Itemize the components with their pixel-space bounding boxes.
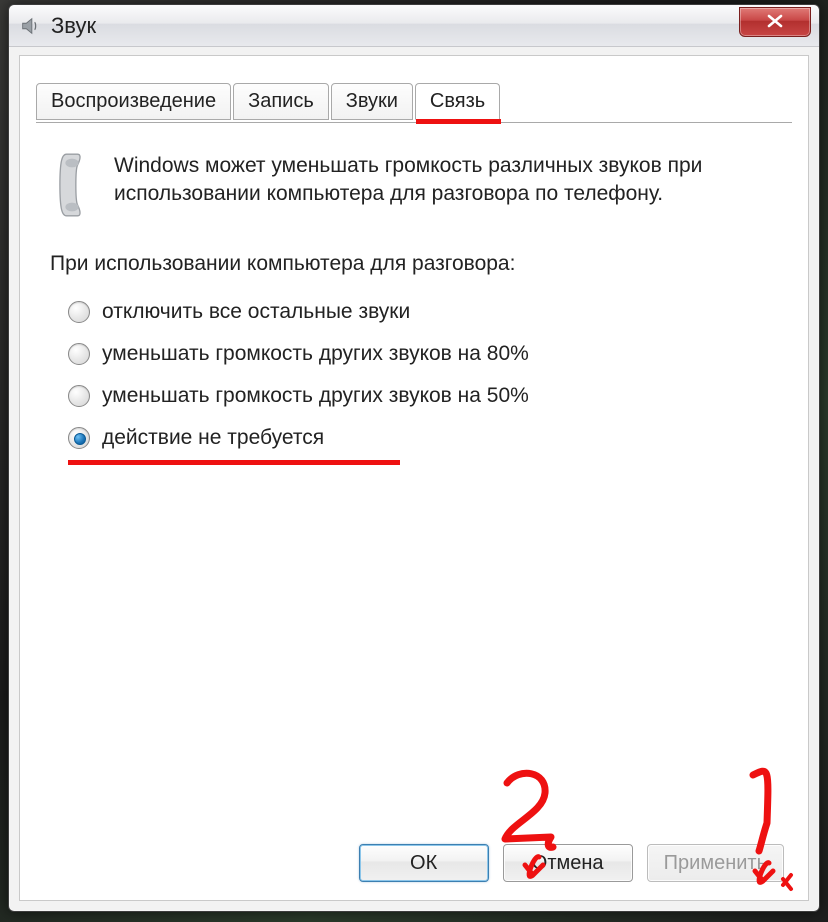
tab-label: Воспроизведение	[51, 90, 216, 112]
radio-label: действие не требуется	[102, 426, 324, 450]
window-title: Звук	[51, 13, 96, 39]
tab-sounds[interactable]: Звуки	[331, 83, 413, 120]
subheading: При использовании компьютера для разгово…	[50, 252, 778, 276]
radio-label: уменьшать громкость других звуков на 80%	[102, 342, 529, 366]
cancel-button[interactable]: Отмена	[503, 844, 633, 882]
button-label: ОК	[410, 852, 437, 875]
phone-handset-icon	[50, 152, 94, 218]
client-area: Воспроизведение Запись Звуки Связь Windo…	[19, 55, 809, 901]
tab-label: Запись	[248, 90, 314, 112]
radio-option-no-action[interactable]: действие не требуется	[68, 426, 778, 450]
tab-label: Звуки	[346, 90, 398, 112]
tab-divider	[36, 122, 792, 123]
radio-label: отключить все остальные звуки	[102, 300, 410, 324]
radio-button[interactable]	[68, 343, 90, 365]
tab-record[interactable]: Запись	[233, 83, 329, 120]
tabstrip: Воспроизведение Запись Звуки Связь	[36, 82, 502, 119]
radio-button[interactable]	[68, 427, 90, 449]
radio-option-mute[interactable]: отключить все остальные звуки	[68, 300, 778, 324]
annotation-option-underline	[68, 460, 400, 465]
ok-button[interactable]: ОК	[359, 844, 489, 882]
annotation-tab-underline	[416, 119, 501, 124]
button-row: ОК Отмена Применить	[359, 844, 784, 882]
radio-button[interactable]	[68, 385, 90, 407]
button-label: Применить	[664, 852, 767, 875]
radio-label: уменьшать громкость других звуков на 50%	[102, 384, 529, 408]
radio-option-reduce-50[interactable]: уменьшать громкость других звуков на 50%	[68, 384, 778, 408]
radio-option-reduce-80[interactable]: уменьшать громкость других звуков на 80%	[68, 342, 778, 366]
speaker-icon	[19, 15, 41, 37]
description-row: Windows может уменьшать громкость различ…	[50, 152, 778, 218]
tab-body: Windows может уменьшать громкость различ…	[50, 142, 778, 830]
apply-button[interactable]: Применить	[647, 844, 784, 882]
radio-button[interactable]	[68, 301, 90, 323]
radio-group: отключить все остальные звуки уменьшать …	[68, 300, 778, 450]
button-label: Отмена	[532, 852, 604, 875]
tab-label: Связь	[430, 90, 485, 112]
tab-playback[interactable]: Воспроизведение	[36, 83, 231, 120]
sound-dialog-window: Звук Воспроизведение Запись Звуки Связь	[8, 4, 820, 912]
titlebar[interactable]: Звук	[9, 5, 819, 47]
tab-communications[interactable]: Связь	[415, 83, 500, 120]
description-text: Windows может уменьшать громкость различ…	[114, 152, 778, 218]
close-button[interactable]	[739, 7, 811, 37]
close-icon	[767, 12, 783, 33]
